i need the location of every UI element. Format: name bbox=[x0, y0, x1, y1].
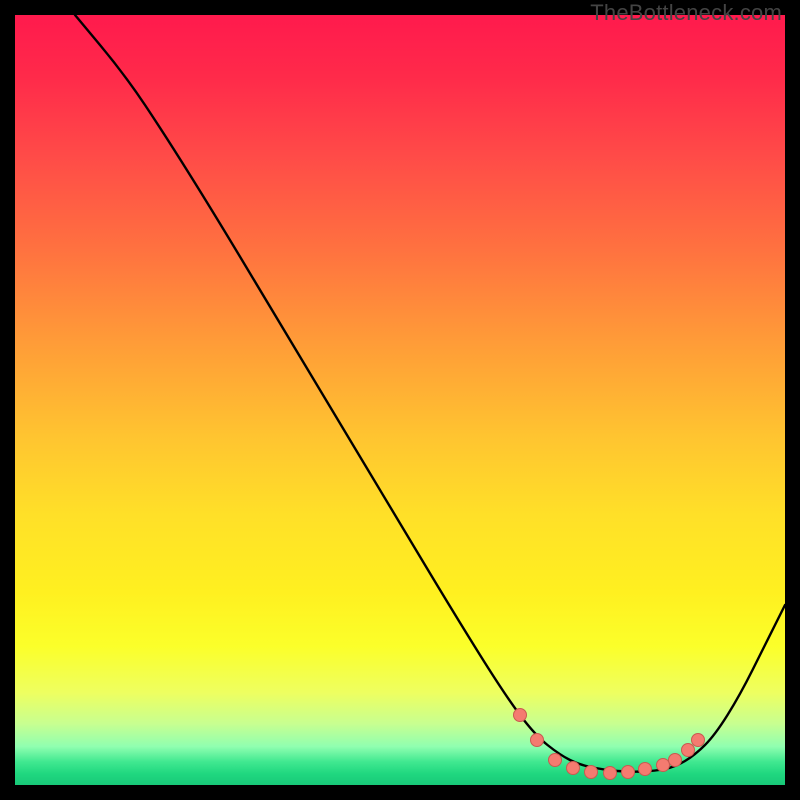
marker-dot bbox=[669, 754, 682, 767]
marker-dot bbox=[639, 763, 652, 776]
marker-dot bbox=[622, 766, 635, 779]
bottleneck-curve bbox=[75, 15, 785, 772]
marker-dot bbox=[604, 767, 617, 780]
attribution-label: TheBottleneck.com bbox=[590, 0, 782, 26]
marker-dot bbox=[657, 759, 670, 772]
marker-dots-group bbox=[514, 709, 705, 780]
marker-dot bbox=[549, 754, 562, 767]
marker-dot bbox=[531, 734, 544, 747]
marker-dot bbox=[682, 744, 695, 757]
chart-overlay bbox=[15, 15, 785, 785]
chart-canvas bbox=[15, 15, 785, 785]
marker-dot bbox=[514, 709, 527, 722]
marker-dot bbox=[692, 734, 705, 747]
marker-dot bbox=[567, 762, 580, 775]
marker-dot bbox=[585, 766, 598, 779]
